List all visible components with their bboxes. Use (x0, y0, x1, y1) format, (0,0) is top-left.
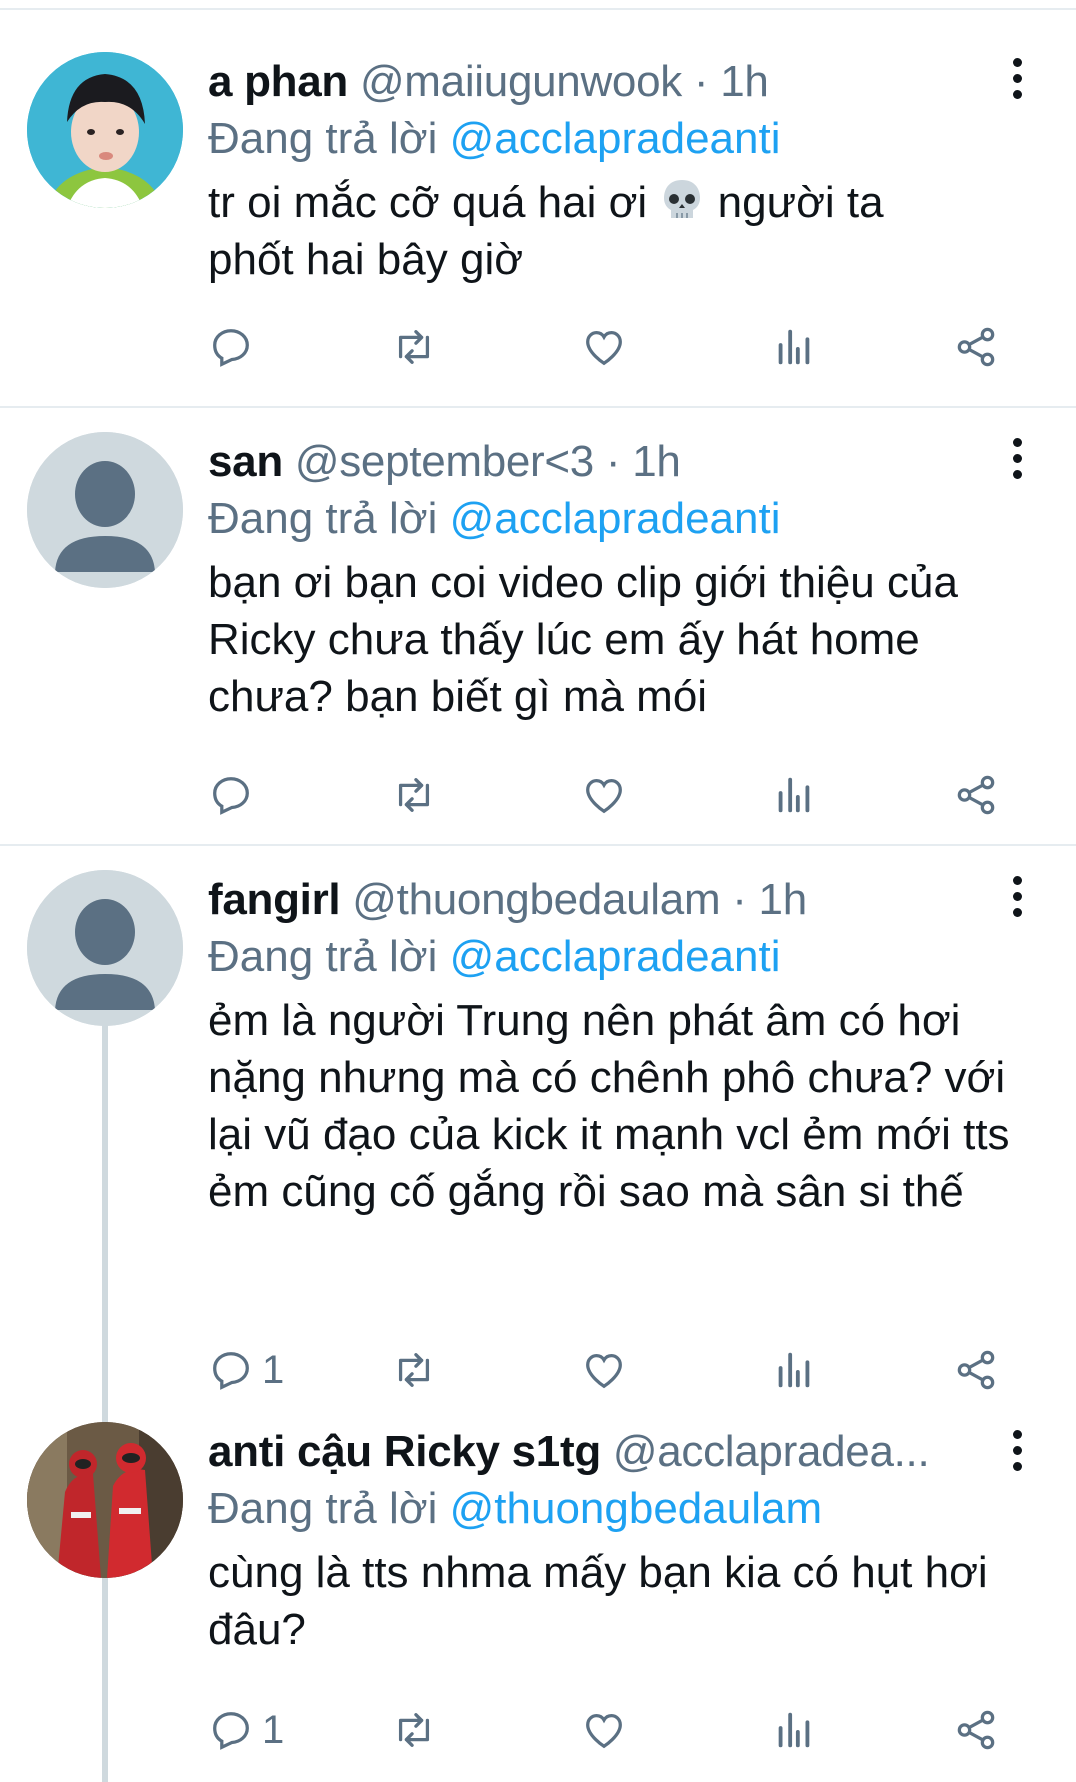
separator-dot: · (605, 437, 621, 486)
replying-to-mention[interactable]: @thuongbedaulam (450, 1484, 823, 1533)
separator-dot: · (732, 875, 747, 924)
tweet-actions: 1 (208, 1705, 1008, 1755)
user-handle[interactable]: @thuongbedaulam (352, 875, 720, 924)
analytics-icon (778, 1352, 810, 1388)
replying-to: Đang trả lời @thuongbedaulam (208, 1480, 1026, 1538)
replying-to-mention[interactable]: @acclapradeanti (450, 494, 781, 543)
avatar[interactable] (27, 1422, 183, 1578)
tweet-header: anti cậu Ricky s1tg @acclapradea... (208, 1424, 968, 1480)
tweet-3[interactable]: fangirl @thuongbedaulam · 1h Đang trả lờ… (0, 846, 1076, 1406)
tweet-actions (208, 770, 1008, 820)
like-button[interactable] (581, 322, 627, 372)
reply-button[interactable]: 1 (208, 1705, 284, 1755)
analytics-icon (778, 329, 810, 365)
user-handle[interactable]: @acclapradea... (613, 1427, 930, 1476)
share-icon (957, 775, 995, 815)
retweet-button[interactable] (391, 322, 437, 372)
replying-to-mention[interactable]: @acclapradeanti (450, 114, 781, 163)
like-button[interactable] (581, 1345, 627, 1395)
timestamp[interactable]: 1h (720, 57, 769, 106)
share-button[interactable] (953, 1345, 999, 1395)
avatar-photo-icon (27, 52, 183, 208)
analytics-button[interactable] (771, 1345, 817, 1395)
user-handle[interactable]: @maiiugunwook (360, 57, 682, 106)
timestamp[interactable]: 1h (632, 437, 681, 486)
like-button[interactable] (581, 1705, 627, 1755)
retweet-icon (398, 1353, 430, 1387)
analytics-button[interactable] (771, 770, 817, 820)
heart-icon (586, 1713, 622, 1749)
reply-button[interactable] (208, 322, 262, 372)
user-handle[interactable]: @september<3 (295, 437, 594, 486)
retweet-button[interactable] (391, 1345, 437, 1395)
reply-button[interactable] (208, 770, 262, 820)
timestamp[interactable]: 1h (759, 875, 808, 924)
tweet-header: fangirl @thuongbedaulam · 1h (208, 872, 1026, 928)
replying-to-mention[interactable]: @acclapradeanti (450, 932, 781, 981)
replying-to-label: Đang trả lời (208, 1484, 438, 1533)
share-icon (957, 327, 995, 367)
replying-to: Đang trả lời @acclapradeanti (208, 490, 1026, 548)
retweet-button[interactable] (391, 1705, 437, 1755)
tweet-4[interactable]: anti cậu Ricky s1tg @acclapradea... Đang… (0, 1400, 1076, 1782)
default-avatar-icon (27, 432, 183, 588)
reply-icon (213, 1712, 249, 1750)
separator-dot: · (693, 57, 709, 106)
avatar[interactable] (27, 870, 183, 1026)
tweet-header: san @september<3 · 1h (208, 434, 1026, 490)
more-options-icon[interactable] (1010, 876, 1024, 917)
tweet-text: bạn ơi bạn coi video clip giới thiệu của… (208, 558, 958, 721)
avatar[interactable] (27, 432, 183, 588)
analytics-button[interactable] (771, 1705, 817, 1755)
tweet-1[interactable]: a phan @maiiugunwook · 1h Đang trả lời @… (0, 12, 1076, 408)
display-name[interactable]: san (208, 437, 283, 486)
reply-icon (213, 777, 249, 815)
tweet-2[interactable]: san @september<3 · 1h Đang trả lời @accl… (0, 408, 1076, 846)
display-name[interactable]: a phan (208, 57, 348, 106)
more-options-icon[interactable] (1010, 1430, 1024, 1471)
reply-icon (213, 1352, 249, 1390)
tweet-text-part: tr oi mắc cỡ quá hai ơi (208, 178, 660, 227)
reply-icon (213, 329, 249, 367)
replying-to: Đang trả lời @acclapradeanti (208, 928, 1026, 986)
analytics-button[interactable] (771, 322, 817, 372)
retweet-icon (398, 330, 430, 364)
tweet-actions: 1 (208, 1345, 1008, 1395)
more-options-icon[interactable] (1010, 438, 1024, 479)
avatar[interactable] (27, 52, 183, 208)
default-avatar-icon (27, 870, 183, 1026)
tweet-text: ẻm là người Trung nên phát âm có hơi nặn… (208, 996, 1010, 1216)
display-name[interactable]: anti cậu Ricky s1tg (208, 1427, 601, 1476)
heart-icon (586, 1353, 622, 1389)
tweet-text: tr oi mắc cỡ quá hai ơi người ta phốt ha… (208, 174, 968, 288)
tweet-header: a phan @maiiugunwook · 1h (208, 54, 1026, 110)
display-name[interactable]: fangirl (208, 875, 341, 924)
replying-to-label: Đang trả lời (208, 932, 438, 981)
heart-icon (586, 330, 622, 366)
share-button[interactable] (953, 1705, 999, 1755)
retweet-icon (398, 778, 430, 812)
avatar-photo-icon (27, 1422, 183, 1578)
retweet-icon (398, 1713, 430, 1747)
reply-count: 1 (262, 1707, 285, 1752)
reply-button[interactable]: 1 (208, 1345, 284, 1395)
like-button[interactable] (581, 770, 627, 820)
top-divider (0, 8, 1076, 10)
share-icon (957, 1710, 995, 1750)
skull-emoji-icon (664, 180, 701, 218)
share-button[interactable] (953, 322, 999, 372)
replying-to-label: Đang trả lời (208, 114, 438, 163)
tweet-text: cùng là tts nhma mấy bạn kia có hụt hơi … (208, 1548, 988, 1654)
tweet-actions (208, 322, 1008, 372)
share-icon (957, 1350, 995, 1390)
share-button[interactable] (953, 770, 999, 820)
replying-to: Đang trả lời @acclapradeanti (208, 110, 1026, 168)
retweet-button[interactable] (391, 770, 437, 820)
analytics-icon (778, 1712, 810, 1748)
more-options-icon[interactable] (1010, 58, 1024, 99)
analytics-icon (778, 777, 810, 813)
reply-count: 1 (262, 1347, 285, 1392)
heart-icon (586, 778, 622, 814)
replying-to-label: Đang trả lời (208, 494, 438, 543)
